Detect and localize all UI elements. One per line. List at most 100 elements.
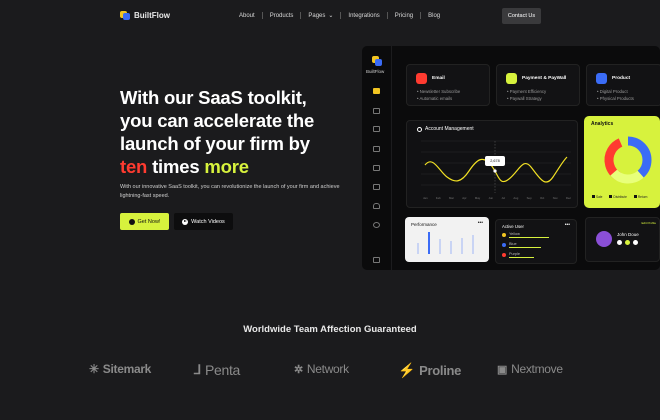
avatar (596, 231, 612, 247)
chart-tooltip: 2,678 (485, 156, 505, 166)
grid-icon[interactable] (373, 88, 380, 94)
hero-times: times (147, 156, 205, 177)
social-icon[interactable] (625, 240, 630, 245)
flag-icon (502, 233, 506, 237)
nav-pricing[interactable]: Pricing (388, 13, 420, 19)
hero-line-3: launch of your firm by (120, 133, 310, 154)
email-card-line: • Automatic emails (417, 96, 453, 101)
network-icon: ✲ (294, 363, 303, 376)
proline-name: Proline (419, 363, 462, 378)
flag-icon (502, 253, 506, 257)
logout-icon[interactable] (373, 257, 380, 263)
social-icon[interactable] (617, 240, 622, 245)
legend-distribute: Distribute (609, 195, 627, 199)
brand-name: BuiltFlow (134, 10, 170, 20)
active-user-label: Blue (509, 242, 517, 246)
logo-icon (120, 10, 130, 20)
layers-icon[interactable] (373, 108, 380, 114)
analytics-legend: Sale Distribute Return (592, 195, 647, 199)
profile-card[interactable]: Edit Profile John Doue (585, 217, 660, 262)
payment-card-line: • Payment Efficiency (507, 89, 547, 94)
edit-profile-link[interactable]: Edit Profile (641, 221, 656, 225)
profile-name: John Doue (617, 232, 639, 237)
x-label: May (474, 196, 481, 200)
nextmove-name: Nextmove (511, 362, 563, 376)
bolt-icon (128, 218, 135, 225)
calendar-icon[interactable] (373, 126, 380, 132)
nav-products[interactable]: Products (263, 13, 301, 19)
mail-icon[interactable] (373, 146, 380, 152)
bell-icon[interactable] (373, 203, 380, 209)
email-card-title: Email (432, 76, 445, 81)
dashboard-logo-icon (372, 56, 382, 66)
active-user-row: Yellow (502, 232, 572, 240)
email-card[interactable]: Email • Newsletter Subscribe • Automatic… (406, 64, 490, 106)
active-user-label: Yellow (509, 232, 520, 236)
sitemark-icon: ✳ (89, 362, 99, 376)
watch-videos-button[interactable]: Watch Videos (174, 213, 233, 230)
product-card-line: • Digital Product (597, 89, 628, 94)
x-label: Jun (488, 196, 494, 200)
dashboard-sidebar: BuiltFlow (362, 46, 392, 270)
nav-pages[interactable]: Pages ⌄ (301, 12, 340, 20)
social-icon[interactable] (633, 240, 638, 245)
hero-line-2: you can accelerate the (120, 110, 315, 131)
legend-return: Return (633, 195, 647, 199)
progress-bar (509, 247, 541, 248)
product-card-title: Product (612, 76, 631, 81)
active-user-card[interactable]: Active User ••• Yellow Blue Purple (495, 219, 577, 264)
x-label: Jan (423, 196, 428, 200)
logo[interactable]: BuiltFlow (120, 10, 170, 20)
active-user-row: Blue (502, 242, 572, 250)
hero-highlight-ten: ten (120, 156, 148, 177)
x-label: Mar (449, 196, 454, 200)
penta-name: Penta (204, 362, 241, 378)
x-label: Apr (462, 196, 467, 200)
chart-icon[interactable] (373, 184, 380, 190)
analytics-card[interactable]: Analytics Sale Distribute Return (584, 116, 660, 208)
active-user-label: Purple (509, 252, 520, 256)
email-card-line: • Newsletter Subscribe (417, 89, 461, 94)
x-axis-labels: Jan Feb Mar Apr May Jun Jul Aug Sep Oct … (423, 196, 571, 200)
x-label: Jul (501, 196, 505, 200)
main-menu: About Products Pages ⌄ Integrations Prici… (232, 12, 447, 19)
nextmove-icon: ▣ (497, 363, 508, 376)
hero-description: With our innovative SaaS toolkit, you ca… (120, 184, 340, 199)
hero-line-1: With our SaaS toolkit, (120, 87, 307, 108)
flag-icon (502, 243, 506, 247)
active-user-title: Active User (502, 224, 524, 229)
payment-card[interactable]: Payment & PayWall • Payment Efficiency •… (496, 64, 580, 106)
payment-card-title: Payment & PayWall (522, 76, 567, 81)
contact-button[interactable]: Contact Us (502, 8, 541, 24)
nav-integrations[interactable]: Integrations (341, 13, 386, 19)
progress-bar (509, 237, 549, 238)
wallet-icon[interactable] (373, 165, 380, 171)
hero-highlight-more: more (204, 156, 249, 177)
sitemark-name: Sitemark (102, 362, 152, 376)
nav-pages-label: Pages (308, 12, 326, 19)
more-icon[interactable]: ••• (565, 222, 570, 228)
x-label: Sep (526, 196, 532, 200)
performance-card[interactable]: Performance ••• (405, 217, 489, 262)
tooltip-value: 2,678 (490, 159, 500, 163)
proline-icon: ⚡ (398, 362, 416, 378)
legend-sale: Sale (592, 195, 602, 199)
product-card-line: • Physical Products (597, 96, 634, 101)
account-management-chart: Account Management 2,678 Jan Feb Mar Apr… (406, 120, 578, 208)
nextmove-logo: ▣ Nextmove (497, 362, 563, 376)
gear-icon[interactable] (373, 222, 380, 228)
network-name: Network (306, 362, 349, 376)
nav-about[interactable]: About (232, 13, 262, 19)
logos-heading: Worldwide Team Affection Guaranteed (243, 324, 417, 335)
play-icon (182, 218, 189, 225)
hero-title: With our SaaS toolkit, you can accelerat… (120, 86, 360, 178)
get-now-button[interactable]: Get Now! (120, 213, 169, 230)
product-card[interactable]: Product • Digital Product • Physical Pro… (586, 64, 660, 106)
x-label: Dec (566, 196, 571, 200)
nav-blog[interactable]: Blog (421, 13, 447, 19)
payment-card-line: • Paywall Strategy (507, 96, 542, 101)
get-now-label: Get Now! (137, 218, 161, 225)
active-user-row: Purple (502, 252, 572, 260)
penta-logo: ⅃ Penta (194, 362, 240, 378)
top-navbar: BuiltFlow About Products Pages ⌄ Integrat… (0, 0, 660, 32)
